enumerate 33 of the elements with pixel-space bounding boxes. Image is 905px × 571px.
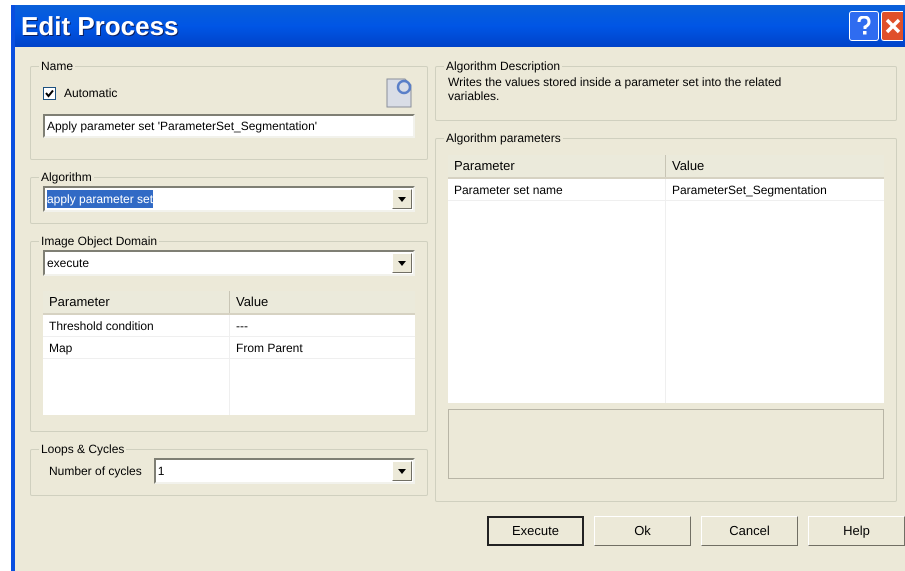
table-cell: Threshold condition — [43, 315, 230, 336]
help-button[interactable] — [849, 11, 879, 41]
field-label: Number of cycles — [48, 463, 142, 480]
group-label: Algorithm — [40, 169, 93, 186]
document-icon[interactable] — [385, 77, 413, 109]
dropdown-value: 1 — [158, 463, 164, 480]
table-cell-text: From Parent — [235, 340, 304, 356]
checkbox[interactable] — [43, 86, 56, 100]
group-label: Algorithm Description — [445, 58, 562, 75]
dialog-button[interactable]: Cancel — [701, 516, 798, 546]
table-cell-text: ParameterSet_Segmentation — [671, 182, 828, 198]
dialog-button[interactable]: Execute — [487, 516, 584, 546]
dropdown[interactable]: 1 — [154, 458, 415, 484]
close-icon — [884, 18, 900, 34]
dialog-button[interactable]: Help — [808, 516, 905, 546]
group-label: Loops & Cycles — [40, 441, 126, 458]
name-field[interactable]: Apply parameter set 'ParameterSet_Segmentation' — [43, 114, 415, 138]
dialog-button[interactable]: Ok — [594, 516, 691, 546]
group-label: Image Object Domain — [40, 233, 158, 250]
table-cell-text: --- — [235, 318, 249, 334]
description-text: Writes the values stored inside a parameter set into the related variables. — [448, 75, 782, 103]
table-cell: Map — [43, 337, 230, 358]
group-label: Name — [40, 58, 74, 75]
window-title: Edit Process — [21, 10, 179, 42]
checkbox-label: Automatic — [64, 85, 118, 102]
help-icon — [857, 16, 871, 36]
table-cell: Parameter set name — [448, 179, 666, 200]
dropdown-value: execute — [47, 255, 90, 272]
group-label: Algorithm parameters — [445, 130, 562, 147]
dropdown-value: apply parameter set — [47, 190, 154, 208]
dropdown[interactable]: apply parameter set — [43, 186, 415, 212]
dropdown[interactable]: execute — [43, 250, 415, 276]
close-button[interactable] — [881, 11, 903, 41]
